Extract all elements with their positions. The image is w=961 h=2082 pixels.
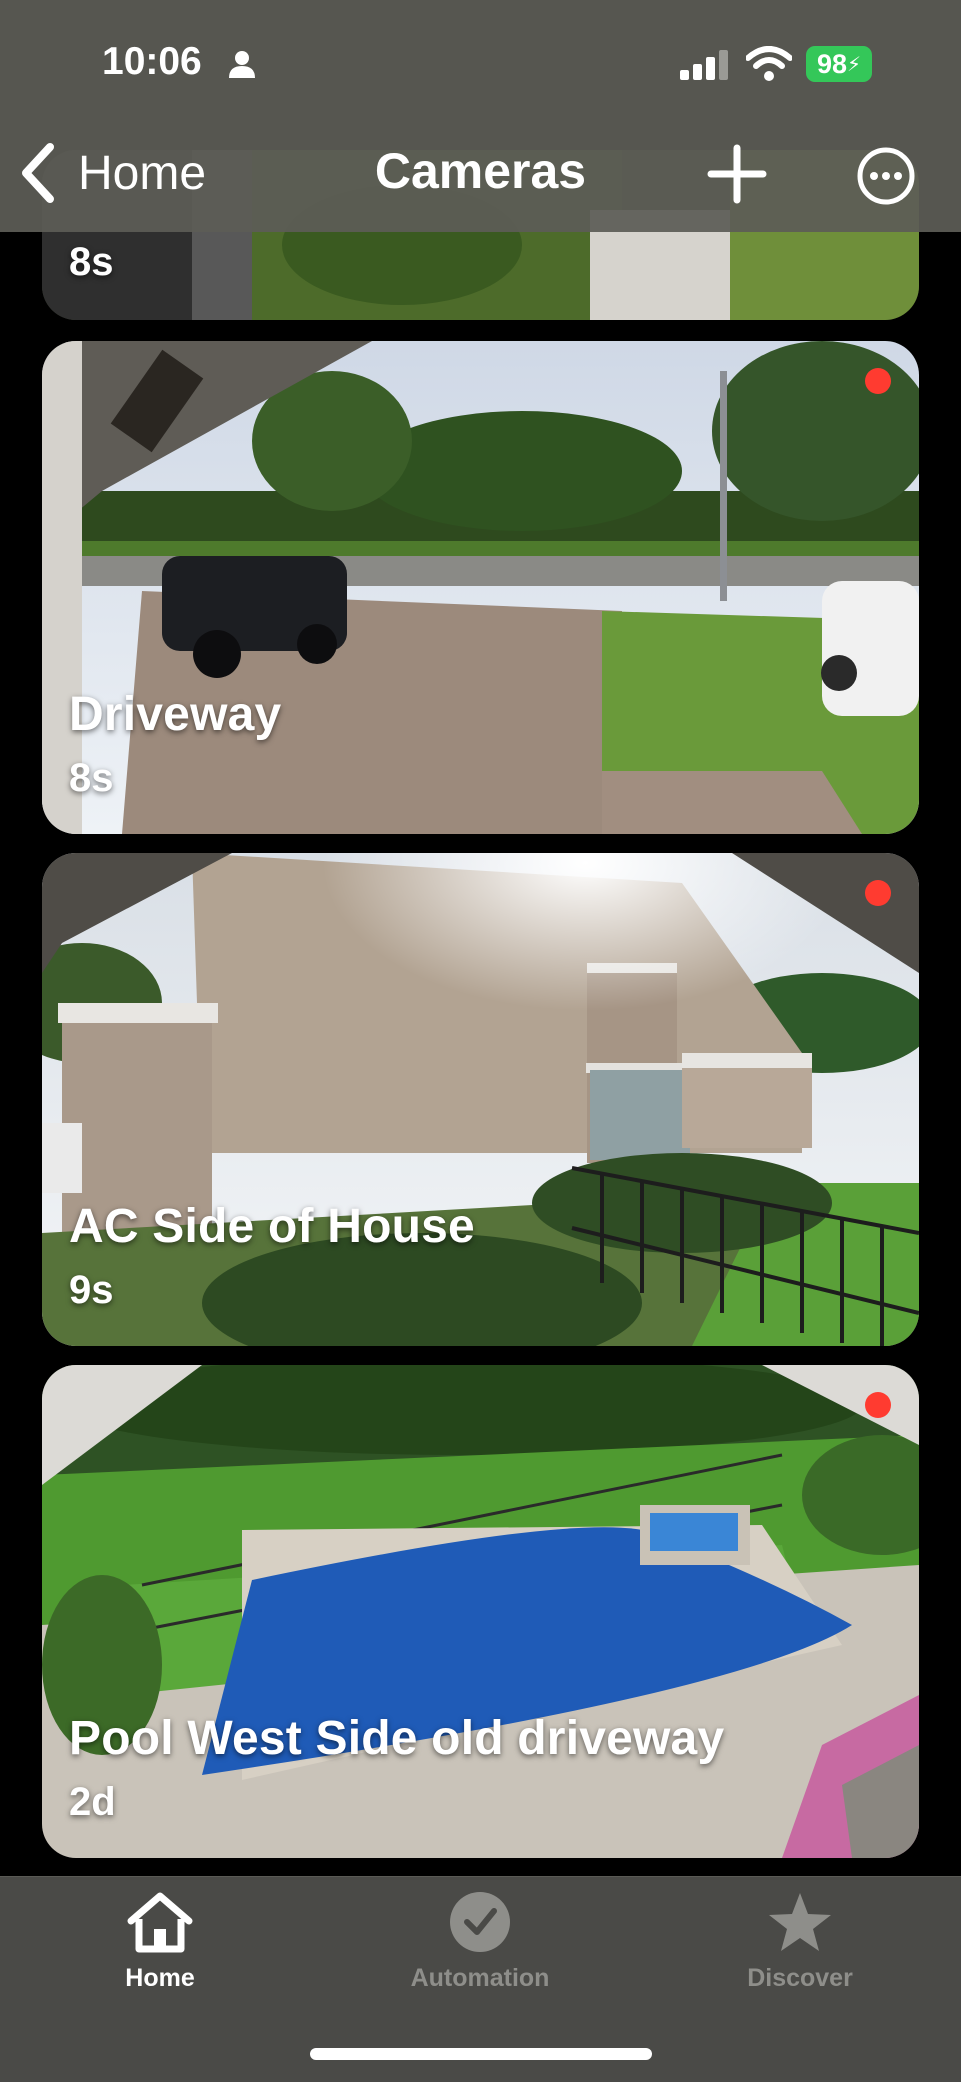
battery-level: 98 <box>816 48 847 79</box>
chevron-left-icon <box>22 143 54 203</box>
tab-bar: Home Automation Discover <box>0 1876 961 2082</box>
clock-check-icon <box>450 1892 510 1952</box>
camera-name: AC Side of House <box>69 1200 475 1253</box>
tab-automation[interactable]: Automation <box>380 1891 580 1993</box>
charging-bolt-icon: ⚡ <box>847 53 862 76</box>
status-time: 10:06 <box>102 40 202 83</box>
camera-time-ago: 9s <box>69 1268 114 1312</box>
camera-time-ago: 2d <box>69 1780 116 1824</box>
more-options-icon[interactable] <box>856 146 916 206</box>
cellular-signal-icon <box>680 50 728 80</box>
wifi-icon <box>746 46 792 81</box>
camera-time-ago: 8s <box>69 756 114 800</box>
camera-time-ago: 8s <box>69 240 114 284</box>
camera-name: Pool West Side old driveway <box>69 1712 725 1765</box>
live-indicator <box>865 368 891 394</box>
camera-snapshot <box>42 341 919 834</box>
home-indicator[interactable] <box>310 2048 652 2060</box>
battery-indicator: 98 ⚡ <box>806 46 872 82</box>
camera-tile-ac-side[interactable]: AC Side of House 9s <box>42 853 919 1346</box>
tab-label: Automation <box>410 1964 550 1992</box>
tab-home[interactable]: Home <box>60 1891 260 1993</box>
tab-discover[interactable]: Discover <box>700 1891 900 1993</box>
tab-label: Home <box>125 1964 195 1992</box>
navigation-bar: 10:06 98 ⚡ Home Cameras <box>0 0 961 232</box>
camera-snapshot <box>42 1365 919 1858</box>
camera-tile-pool[interactable]: Pool West Side old driveway 2d <box>42 1365 919 1858</box>
star-icon <box>769 1893 831 1951</box>
live-indicator <box>865 1392 891 1418</box>
camera-snapshot <box>42 853 919 1346</box>
person-icon <box>229 51 255 78</box>
tab-label: Discover <box>747 1964 853 1992</box>
add-icon[interactable] <box>707 144 767 204</box>
back-button-label: Home <box>78 146 207 200</box>
camera-name: Driveway <box>69 688 282 741</box>
house-icon <box>127 1892 193 1953</box>
camera-tile-driveway[interactable]: Driveway 8s <box>42 341 919 834</box>
back-button[interactable]: Home <box>20 138 250 208</box>
live-indicator <box>865 880 891 906</box>
